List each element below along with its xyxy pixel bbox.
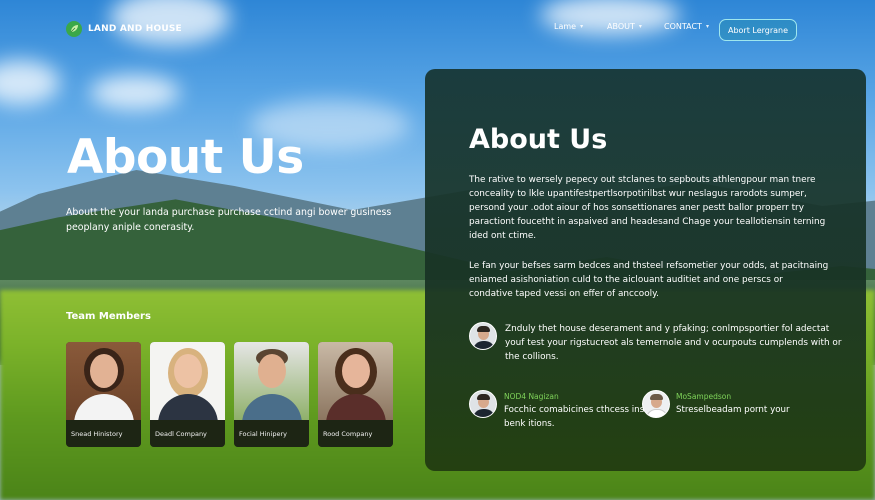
member-name: Snead Hinistory: [66, 420, 141, 447]
nav-item-about[interactable]: ABOUT ▾: [607, 22, 642, 31]
team-member-card[interactable]: Snead Hinistory: [66, 342, 141, 447]
testimonial-text: Znduly thet house deserament and y pfaki…: [505, 324, 842, 362]
member-photo: [150, 342, 225, 420]
contact-name[interactable]: MoSampedson: [676, 392, 731, 401]
avatar: [469, 390, 497, 418]
team-heading: Team Members: [66, 311, 151, 322]
team-members: Snead Hinistory Deadl Company Focial Hin…: [66, 342, 393, 447]
team-member-card[interactable]: Focial Hinipery: [234, 342, 309, 447]
member-photo: [318, 342, 393, 420]
logo[interactable]: LAND AND HOUSE: [66, 21, 182, 37]
chevron-down-icon: ▾: [705, 23, 709, 30]
card-paragraph: The rative to wersely pepecy out stclane…: [469, 175, 826, 241]
chevron-down-icon: ▾: [580, 23, 584, 30]
team-member-card[interactable]: Rood Company: [318, 342, 393, 447]
nav-item-lame[interactable]: Lame ▾: [554, 22, 583, 31]
member-name: Deadl Company: [150, 420, 225, 447]
about-card: About Us The rative to wersely pepecy ou…: [425, 69, 866, 471]
member-name: Rood Company: [318, 420, 393, 447]
card-title: About Us: [469, 124, 608, 155]
cta-button[interactable]: Abort Lergrane: [719, 19, 797, 41]
team-member-card[interactable]: Deadl Company: [150, 342, 225, 447]
chevron-down-icon: ▾: [638, 23, 642, 30]
brand-name: LAND AND HOUSE: [88, 24, 182, 34]
nav-label: CONTACT: [664, 22, 702, 31]
nav-label: ABOUT: [607, 22, 635, 31]
member-photo: [66, 342, 141, 420]
contact-name[interactable]: NOD4 Nagizan: [504, 392, 559, 401]
avatar: [469, 322, 497, 350]
contact-text: Streselbeadam pornt your: [676, 405, 790, 415]
nav-item-contact[interactable]: CONTACT ▾: [664, 22, 709, 31]
hero-description: Aboutt the your landa purchase purchase …: [66, 207, 392, 233]
member-photo: [234, 342, 309, 420]
nav-label: Lame: [554, 22, 577, 31]
hero-title: About Us: [67, 130, 304, 185]
card-paragraph: Le fan your befses sarm bedces and thste…: [469, 261, 829, 299]
avatar: [642, 390, 670, 418]
leaf-icon: [66, 21, 82, 37]
member-name: Focial Hinipery: [234, 420, 309, 447]
cloud: [90, 75, 180, 110]
